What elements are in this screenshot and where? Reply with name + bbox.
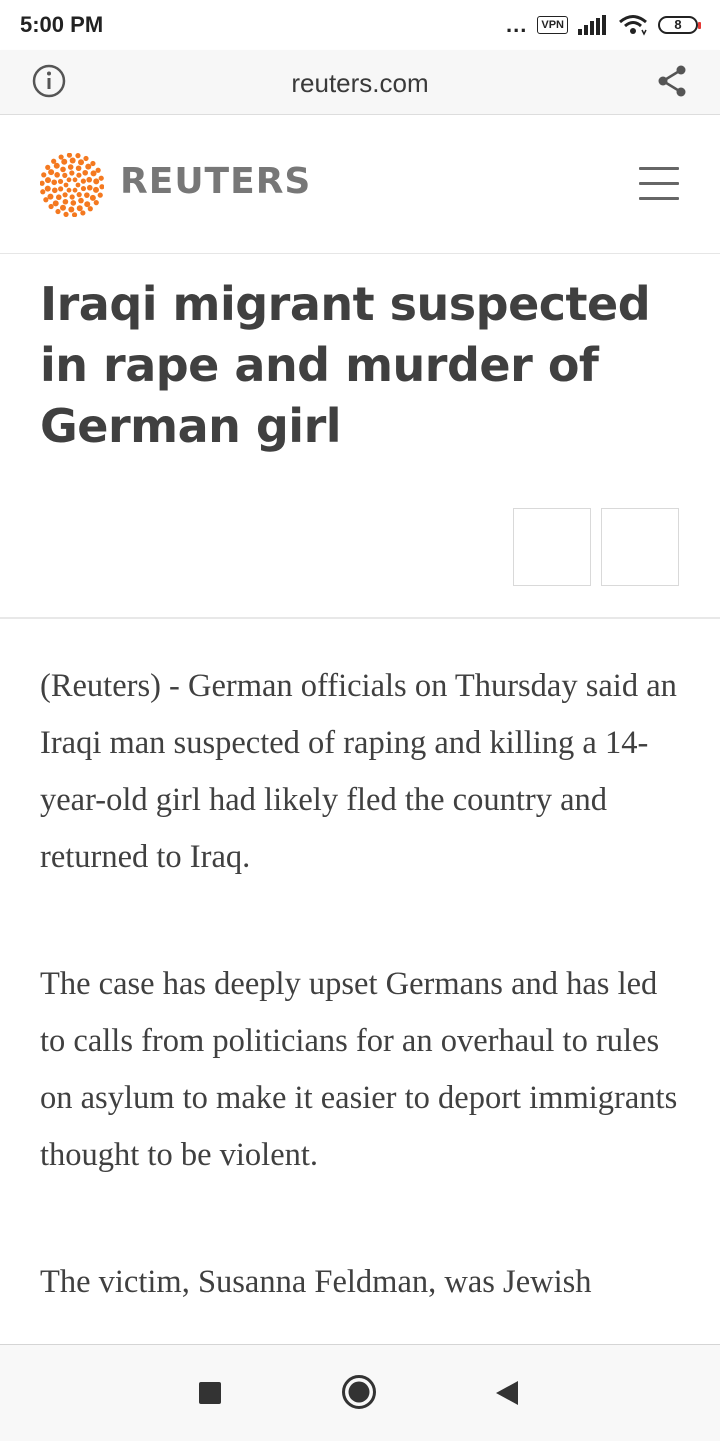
back-triangle-icon[interactable] <box>494 1380 520 1406</box>
browser-url-bar[interactable]: reuters.com <box>0 50 720 115</box>
url-text[interactable]: reuters.com <box>0 68 720 99</box>
paragraph-3: The victim, Susanna Feldman, was Jewish <box>40 1264 592 1300</box>
share-icon[interactable] <box>656 64 688 98</box>
article-body: (Reuters) - German officials on Thursday… <box>40 658 680 1344</box>
paragraph-1: (Reuters) - German officials on Thursday… <box>40 668 677 875</box>
menu-icon[interactable] <box>639 167 681 201</box>
status-bar: 5:00 PM ... VPN 8 <box>0 0 720 50</box>
screen-content: 5:00 PM ... VPN 8 reuters.com REUTERS Ir… <box>0 0 720 1344</box>
system-nav-bar <box>0 1344 720 1441</box>
reuters-logo[interactable] <box>40 153 104 217</box>
signal-icon <box>578 15 606 35</box>
more-dots: ... <box>506 12 528 37</box>
share-button-1[interactable] <box>513 508 591 586</box>
vpn-badge: VPN <box>537 16 568 34</box>
status-icons: ... VPN 8 <box>506 12 701 38</box>
article-headline: Iraqi migrant suspected in rape and murd… <box>40 277 651 453</box>
divider <box>0 617 720 619</box>
battery-level: 8 <box>674 17 682 32</box>
paragraph-2: The case has deeply upset Germans and ha… <box>40 966 678 1173</box>
status-time: 5:00 PM <box>20 12 104 37</box>
home-circle-icon[interactable] <box>341 1374 377 1410</box>
recents-square-icon[interactable] <box>199 1382 221 1404</box>
wifi-icon <box>619 15 647 36</box>
site-header: REUTERS <box>0 115 720 254</box>
share-button-2[interactable] <box>601 508 679 586</box>
brand-name[interactable]: REUTERS <box>120 161 311 202</box>
battery-icon: 8 <box>658 16 701 34</box>
battery-cap <box>698 22 701 29</box>
